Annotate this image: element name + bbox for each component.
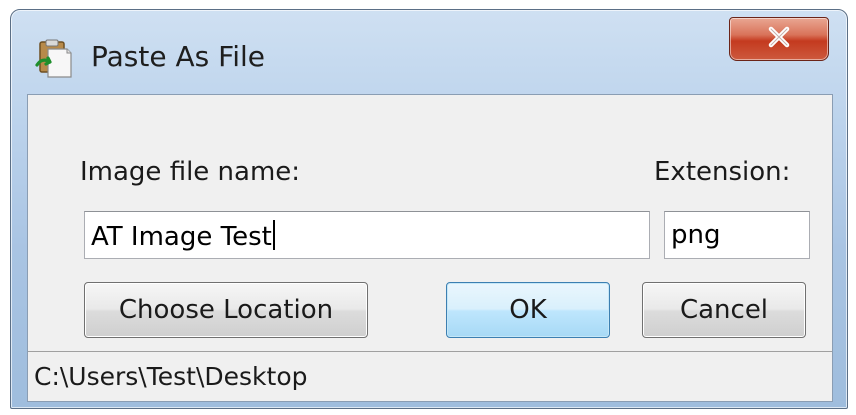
paste-clipboard-icon — [33, 39, 73, 79]
close-x-icon — [764, 25, 794, 53]
selected-path: C:\Users\Test\Desktop — [34, 362, 308, 391]
choose-location-button[interactable]: Choose Location — [84, 282, 368, 338]
extension-input[interactable]: png — [664, 211, 810, 259]
extension-label: Extension: — [654, 157, 791, 187]
paste-as-file-dialog: Paste As File Image file name: Extension… — [10, 9, 848, 409]
text-caret — [272, 220, 275, 250]
cancel-button[interactable]: Cancel — [642, 282, 806, 338]
filename-label: Image file name: — [80, 157, 301, 187]
ok-button[interactable]: OK — [446, 282, 610, 338]
title-bar[interactable]: Paste As File — [11, 10, 847, 90]
filename-input[interactable]: AT Image Test — [84, 211, 650, 259]
filename-input-value: AT Image Test — [91, 222, 272, 252]
status-bar: C:\Users\Test\Desktop — [28, 351, 832, 401]
close-button[interactable] — [729, 17, 829, 61]
dialog-client-area: Image file name: Extension: AT Image Tes… — [27, 94, 833, 402]
window-title: Paste As File — [91, 40, 265, 73]
extension-input-value: png — [671, 220, 721, 250]
